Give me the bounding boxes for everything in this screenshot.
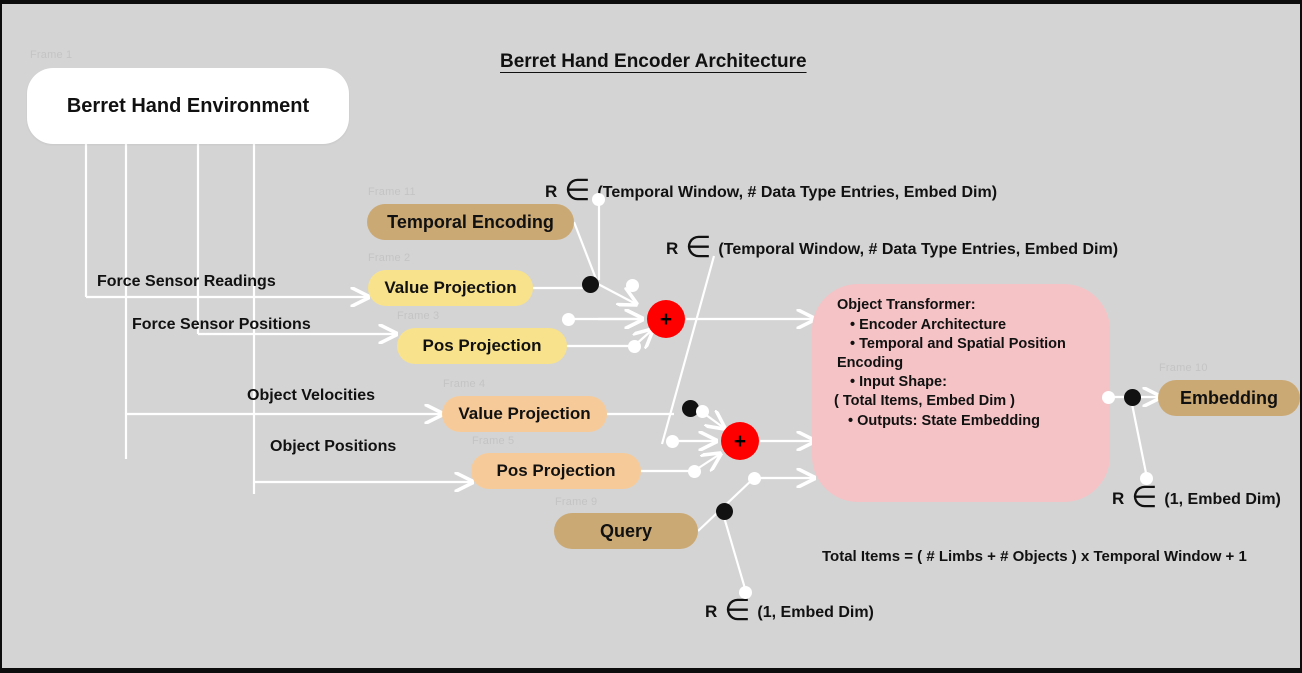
object-transformer-line-4: • Input Shape: (850, 374, 947, 390)
junction-dot-value-sensor (582, 276, 599, 293)
node-pos-projection-sensor[interactable]: Pos Projection (397, 328, 567, 364)
adder-node-upper[interactable]: + (647, 300, 685, 338)
r-symbol: R (705, 602, 718, 621)
element-of-icon: ∈ (1131, 481, 1158, 514)
node-label: Temporal Encoding (387, 211, 554, 232)
node-label: Pos Projection (496, 461, 616, 480)
annotation-shape-embedding: R ∈ (1, Embed Dim) (1112, 481, 1281, 514)
annotation-dims: (1, Embed Dim) (757, 604, 874, 621)
frame-label-query: Frame 9 (555, 496, 598, 508)
input-label-object-velocities: Object Velocities (247, 387, 376, 404)
endpoint-dot-value-object (696, 405, 709, 418)
element-of-icon: ∈ (564, 174, 591, 207)
leader-dot-r-query (739, 586, 752, 599)
node-value-projection-object[interactable]: Value Projection (442, 396, 607, 432)
node-embedding[interactable]: Embedding (1158, 380, 1300, 416)
node-label: Pos Projection (422, 336, 542, 355)
node-query[interactable]: Query (554, 513, 698, 549)
endpoint-dot-query-branch (748, 472, 761, 485)
element-of-icon: ∈ (685, 231, 712, 264)
junction-dot-embedding (1124, 389, 1141, 406)
node-berret-hand-environment[interactable]: Berret Hand Environment (27, 68, 349, 144)
annotation-total-items-formula: Total Items = ( # Limbs + # Objects ) x … (822, 548, 1247, 565)
frame-label-pos-projection-object: Frame 5 (472, 435, 515, 447)
r-symbol: R (545, 182, 558, 201)
object-transformer-line-1: • Encoder Architecture (850, 317, 1007, 333)
node-pos-projection-object[interactable]: Pos Projection (471, 453, 641, 489)
junction-dot-query (716, 503, 733, 520)
page-title: Berret Hand Encoder Architecture (500, 51, 807, 72)
annotation-shape-mid: R ∈ (Temporal Window, # Data Type Entrie… (666, 231, 1119, 264)
leader-dot-r-top (592, 193, 605, 206)
annotation-dims: (Temporal Window, # Data Type Entries, E… (597, 184, 998, 201)
input-label-object-positions: Object Positions (270, 438, 397, 455)
object-transformer-line-3: Encoding (837, 355, 904, 371)
endpoint-dot-mid-lower (666, 435, 679, 448)
node-label: Berret Hand Environment (66, 94, 310, 117)
input-label-force-sensor-readings: Force Sensor Readings (97, 273, 276, 290)
node-label: Value Projection (458, 404, 591, 423)
frame-label-embedding: Frame 10 (1159, 362, 1208, 374)
annotation-shape-query: R ∈ (1, Embed Dim) (705, 594, 874, 627)
frame-label-pos-projection-sensor: Frame 3 (397, 310, 440, 322)
frame-label-environment: Frame 1 (30, 49, 73, 61)
plus-icon: + (733, 429, 747, 453)
object-transformer-heading: Object Transformer: (837, 297, 976, 313)
object-transformer-line-2: • Temporal and Spatial Position (850, 336, 1066, 352)
object-transformer-line-6: • Outputs: State Embedding (848, 413, 1040, 429)
endpoint-dot-pos-object (688, 465, 701, 478)
input-label-force-sensor-positions: Force Sensor Positions (132, 316, 311, 333)
plus-icon: + (659, 307, 673, 331)
annotation-dims: (Temporal Window, # Data Type Entries, E… (718, 241, 1119, 258)
frame-label-temporal-encoding: Frame 11 (368, 186, 416, 198)
endpoint-dot-pos-sensor (628, 340, 641, 353)
node-temporal-encoding[interactable]: Temporal Encoding (367, 204, 574, 240)
annotation-dims: (1, Embed Dim) (1164, 491, 1281, 508)
element-of-icon: ∈ (724, 594, 751, 627)
r-symbol: R (1112, 489, 1125, 508)
r-symbol: R (666, 239, 679, 258)
node-label: Query (599, 520, 653, 541)
frame-label-value-projection-object: Frame 4 (443, 378, 486, 390)
object-transformer-line-5: ( Total Items, Embed Dim ) (834, 393, 1016, 409)
endpoint-dot-transformer-out (1102, 391, 1115, 404)
annotation-shape-top: R ∈ (Temporal Window, # Data Type Entrie… (545, 174, 998, 207)
diagram-canvas: Berret Hand Encoder Architecture Frame 1… (2, 4, 1300, 668)
leader-dot-r-embedding (1140, 472, 1153, 485)
endpoint-dot-temporal (626, 279, 639, 292)
endpoint-dot-value-sensor (562, 313, 575, 326)
frame-label-value-projection-sensor: Frame 2 (368, 252, 411, 264)
node-label: Value Projection (384, 278, 517, 297)
adder-node-lower[interactable]: + (721, 422, 759, 460)
node-value-projection-sensor[interactable]: Value Projection (368, 270, 533, 306)
node-label: Embedding (1180, 387, 1278, 408)
